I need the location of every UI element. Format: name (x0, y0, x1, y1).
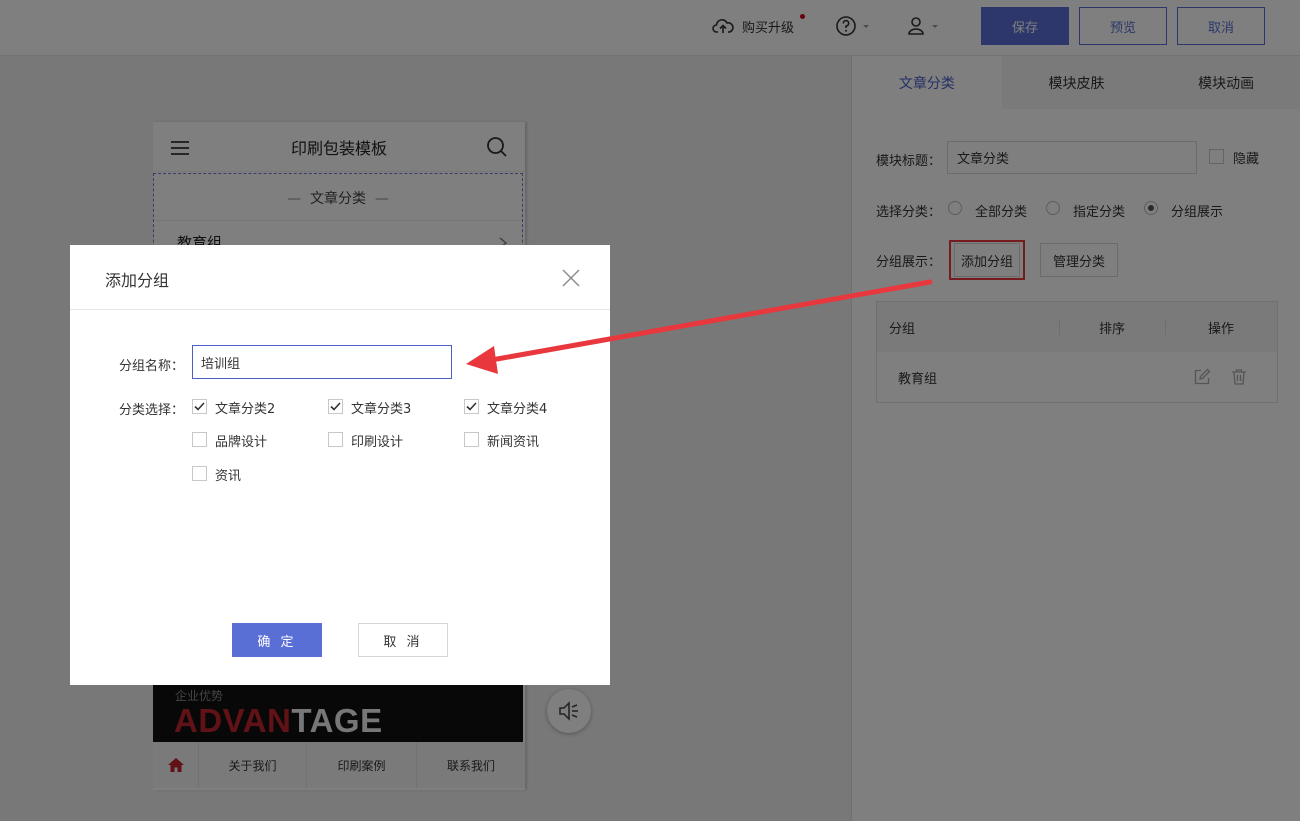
annotation-arrow (466, 279, 933, 374)
